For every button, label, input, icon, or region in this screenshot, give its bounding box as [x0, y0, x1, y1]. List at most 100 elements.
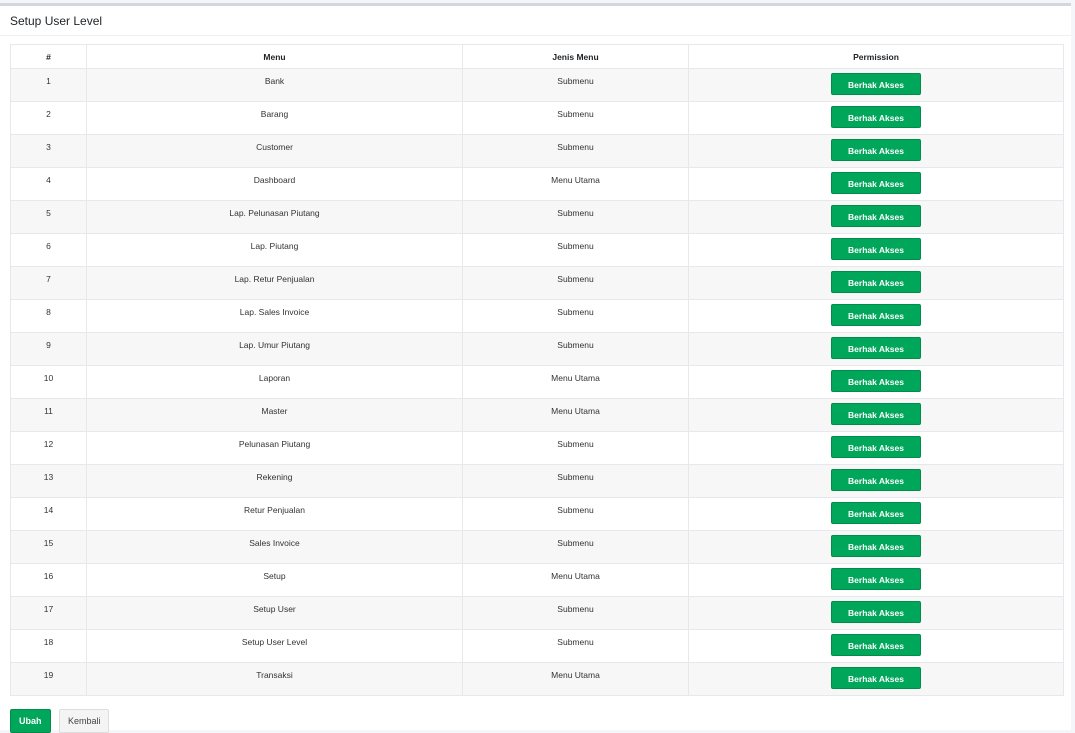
- row-jenis-menu: Submenu: [462, 464, 689, 498]
- row-menu-name: Pelunasan Piutang: [86, 431, 463, 465]
- row-permission-cell: Berhak Akses: [688, 629, 1064, 663]
- row-menu-name: Setup: [86, 563, 463, 597]
- table-row: 2 Barang Submenu Berhak Akses: [10, 101, 1064, 135]
- row-permission-cell: Berhak Akses: [688, 563, 1064, 597]
- berhak-akses-button[interactable]: Berhak Akses: [831, 370, 921, 392]
- row-permission-cell: Berhak Akses: [688, 497, 1064, 531]
- row-permission-cell: Berhak Akses: [688, 431, 1064, 465]
- row-number: 1: [10, 68, 87, 102]
- table-row: 12 Pelunasan Piutang Submenu Berhak Akses: [10, 431, 1064, 465]
- row-number: 2: [10, 101, 87, 135]
- row-menu-name: Sales Invoice: [86, 530, 463, 564]
- berhak-akses-button[interactable]: Berhak Akses: [831, 634, 921, 656]
- permission-table: # Menu Jenis Menu Permission 1 Bank Submen…: [10, 44, 1064, 696]
- row-number: 6: [10, 233, 87, 267]
- row-number: 10: [10, 365, 87, 399]
- row-permission-cell: Berhak Akses: [688, 464, 1064, 498]
- row-number: 4: [10, 167, 87, 201]
- berhak-akses-button[interactable]: Berhak Akses: [831, 172, 921, 194]
- table-row: 7 Lap. Retur Penjualan Submenu Berhak Akses: [10, 266, 1064, 300]
- row-jenis-menu: Menu Utama: [462, 167, 689, 201]
- row-jenis-menu: Menu Utama: [462, 563, 689, 597]
- kembali-button[interactable]: Kembali: [58, 709, 110, 733]
- row-number: 19: [10, 662, 87, 696]
- row-jenis-menu: Submenu: [462, 332, 689, 366]
- row-number: 12: [10, 431, 87, 465]
- row-number: 14: [10, 497, 87, 531]
- row-menu-name: Lap. Retur Penjualan: [86, 266, 463, 300]
- row-menu-name: Laporan: [86, 365, 463, 399]
- row-jenis-menu: Menu Utama: [462, 365, 689, 399]
- berhak-akses-button[interactable]: Berhak Akses: [831, 535, 921, 557]
- row-jenis-menu: Submenu: [462, 233, 689, 267]
- row-menu-name: Setup User Level: [86, 629, 463, 663]
- table-row: 18 Setup User Level Submenu Berhak Akses: [10, 629, 1064, 663]
- row-jenis-menu: Submenu: [462, 101, 689, 135]
- ubah-button[interactable]: Ubah: [10, 709, 51, 733]
- row-number: 13: [10, 464, 87, 498]
- column-header-jenis-menu: Jenis Menu: [462, 44, 689, 69]
- row-menu-name: Lap. Piutang: [86, 233, 463, 267]
- berhak-akses-button[interactable]: Berhak Akses: [831, 337, 921, 359]
- table-row: 9 Lap. Umur Piutang Submenu Berhak Akses: [10, 332, 1064, 366]
- row-number: 15: [10, 530, 87, 564]
- table-row: 15 Sales Invoice Submenu Berhak Akses: [10, 530, 1064, 564]
- berhak-akses-button[interactable]: Berhak Akses: [831, 73, 921, 95]
- row-number: 3: [10, 134, 87, 168]
- row-menu-name: Bank: [86, 68, 463, 102]
- berhak-akses-button[interactable]: Berhak Akses: [831, 139, 921, 161]
- berhak-akses-button[interactable]: Berhak Akses: [831, 205, 921, 227]
- row-jenis-menu: Submenu: [462, 68, 689, 102]
- row-permission-cell: Berhak Akses: [688, 530, 1064, 564]
- berhak-akses-button[interactable]: Berhak Akses: [831, 502, 921, 524]
- row-jenis-menu: Submenu: [462, 431, 689, 465]
- berhak-akses-button[interactable]: Berhak Akses: [831, 271, 921, 293]
- table-body: 1 Bank Submenu Berhak Akses 2 Barang Submenu Be…: [10, 68, 1064, 696]
- row-menu-name: Dashboard: [86, 167, 463, 201]
- row-jenis-menu: Menu Utama: [462, 662, 689, 696]
- berhak-akses-button[interactable]: Berhak Akses: [831, 106, 921, 128]
- row-permission-cell: Berhak Akses: [688, 68, 1064, 102]
- row-number: 11: [10, 398, 87, 432]
- row-permission-cell: Berhak Akses: [688, 398, 1064, 432]
- row-permission-cell: Berhak Akses: [688, 596, 1064, 630]
- row-jenis-menu: Submenu: [462, 530, 689, 564]
- berhak-akses-button[interactable]: Berhak Akses: [831, 304, 921, 326]
- table-row: 11 Master Menu Utama Berhak Akses: [10, 398, 1064, 432]
- row-permission-cell: Berhak Akses: [688, 662, 1064, 696]
- row-permission-cell: Berhak Akses: [688, 101, 1064, 135]
- row-jenis-menu: Submenu: [462, 200, 689, 234]
- table-row: 6 Lap. Piutang Submenu Berhak Akses: [10, 233, 1064, 267]
- row-jenis-menu: Submenu: [462, 134, 689, 168]
- row-number: 5: [10, 200, 87, 234]
- row-permission-cell: Berhak Akses: [688, 332, 1064, 366]
- table-row: 16 Setup Menu Utama Berhak Akses: [10, 563, 1064, 597]
- row-menu-name: Lap. Umur Piutang: [86, 332, 463, 366]
- row-jenis-menu: Submenu: [462, 299, 689, 333]
- row-jenis-menu: Submenu: [462, 596, 689, 630]
- row-permission-cell: Berhak Akses: [688, 200, 1064, 234]
- berhak-akses-button[interactable]: Berhak Akses: [831, 238, 921, 260]
- table-row: 19 Transaksi Menu Utama Berhak Akses: [10, 662, 1064, 696]
- berhak-akses-button[interactable]: Berhak Akses: [831, 403, 921, 425]
- row-menu-name: Barang: [86, 101, 463, 135]
- column-header-number: #: [10, 44, 87, 69]
- berhak-akses-button[interactable]: Berhak Akses: [831, 436, 921, 458]
- row-number: 17: [10, 596, 87, 630]
- berhak-akses-button[interactable]: Berhak Akses: [831, 469, 921, 491]
- row-menu-name: Lap. Pelunasan Piutang: [86, 200, 463, 234]
- row-jenis-menu: Submenu: [462, 629, 689, 663]
- table-row: 1 Bank Submenu Berhak Akses: [10, 68, 1064, 102]
- berhak-akses-button[interactable]: Berhak Akses: [831, 568, 921, 590]
- row-menu-name: Lap. Sales Invoice: [86, 299, 463, 333]
- row-menu-name: Rekening: [86, 464, 463, 498]
- row-jenis-menu: Submenu: [462, 497, 689, 531]
- row-number: 7: [10, 266, 87, 300]
- form-actions: Ubah Kembali: [10, 709, 113, 733]
- row-number: 16: [10, 563, 87, 597]
- berhak-akses-button[interactable]: Berhak Akses: [831, 667, 921, 689]
- row-menu-name: Transaksi: [86, 662, 463, 696]
- row-jenis-menu: Menu Utama: [462, 398, 689, 432]
- berhak-akses-button[interactable]: Berhak Akses: [831, 601, 921, 623]
- table-row: 4 Dashboard Menu Utama Berhak Akses: [10, 167, 1064, 201]
